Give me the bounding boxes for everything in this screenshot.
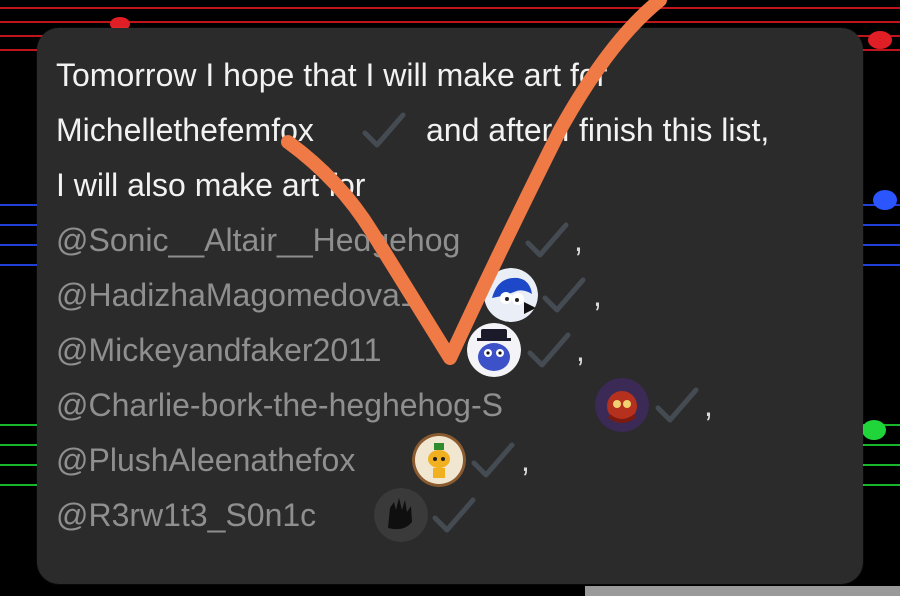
separator-comma: , bbox=[521, 442, 530, 478]
avatar[interactable] bbox=[484, 268, 538, 322]
mention-link[interactable]: @Charlie-bork-the-heghehog-S bbox=[56, 387, 503, 423]
mentioned-user-michellethefemfox[interactable]: Michellethefemfox bbox=[56, 112, 314, 148]
separator-comma: , bbox=[576, 332, 585, 368]
post-line-2: Michellethefemfox and after I finish thi… bbox=[56, 103, 856, 158]
separator-comma: , bbox=[574, 222, 583, 258]
verified-check-icon bbox=[470, 441, 516, 481]
avatar[interactable] bbox=[374, 488, 428, 542]
verified-check-icon bbox=[361, 111, 407, 151]
post-text-line: Tomorrow I hope that I will make art for bbox=[56, 57, 608, 93]
mention-link[interactable]: @Sonic__Altair__Hedgehog bbox=[56, 222, 460, 258]
mention-link[interactable]: @HadizhaMagomedova1 bbox=[56, 277, 418, 313]
post-line-1: Tomorrow I hope that I will make art for bbox=[56, 48, 856, 103]
mention-row: @Sonic__Altair__Hedgehog , bbox=[56, 213, 856, 268]
verified-check-icon bbox=[541, 276, 587, 316]
post-text-line: and after I finish this list, bbox=[426, 112, 770, 148]
verified-check-icon bbox=[524, 221, 570, 261]
mention-link[interactable]: @Mickeyandfaker2011 bbox=[56, 332, 381, 368]
scroll-indicator bbox=[585, 586, 900, 596]
verified-check-icon bbox=[431, 496, 477, 536]
mention-row: @R3rw1t3_S0n1c bbox=[56, 488, 856, 543]
post-line-3: I will also make art for bbox=[56, 158, 856, 213]
mention-row: @Mickeyandfaker2011 , bbox=[56, 323, 856, 378]
separator-comma: , bbox=[593, 277, 602, 313]
verified-check-icon bbox=[654, 386, 700, 426]
post-text-line: I will also make art for bbox=[56, 167, 366, 203]
avatar[interactable] bbox=[467, 323, 521, 377]
verified-check-icon bbox=[526, 331, 572, 371]
mention-row: @HadizhaMagomedova1 , bbox=[56, 268, 856, 323]
mention-link[interactable]: @R3rw1t3_S0n1c bbox=[56, 497, 316, 533]
mention-row: @PlushAleenathefox , bbox=[56, 433, 856, 488]
mention-link[interactable]: @PlushAleenathefox bbox=[56, 442, 355, 478]
separator-comma: , bbox=[704, 387, 713, 423]
post-text: Tomorrow I hope that I will make art for… bbox=[56, 48, 856, 543]
avatar[interactable] bbox=[412, 433, 466, 487]
avatar[interactable] bbox=[595, 378, 649, 432]
mention-row: @Charlie-bork-the-heghehog-S , bbox=[56, 378, 856, 433]
